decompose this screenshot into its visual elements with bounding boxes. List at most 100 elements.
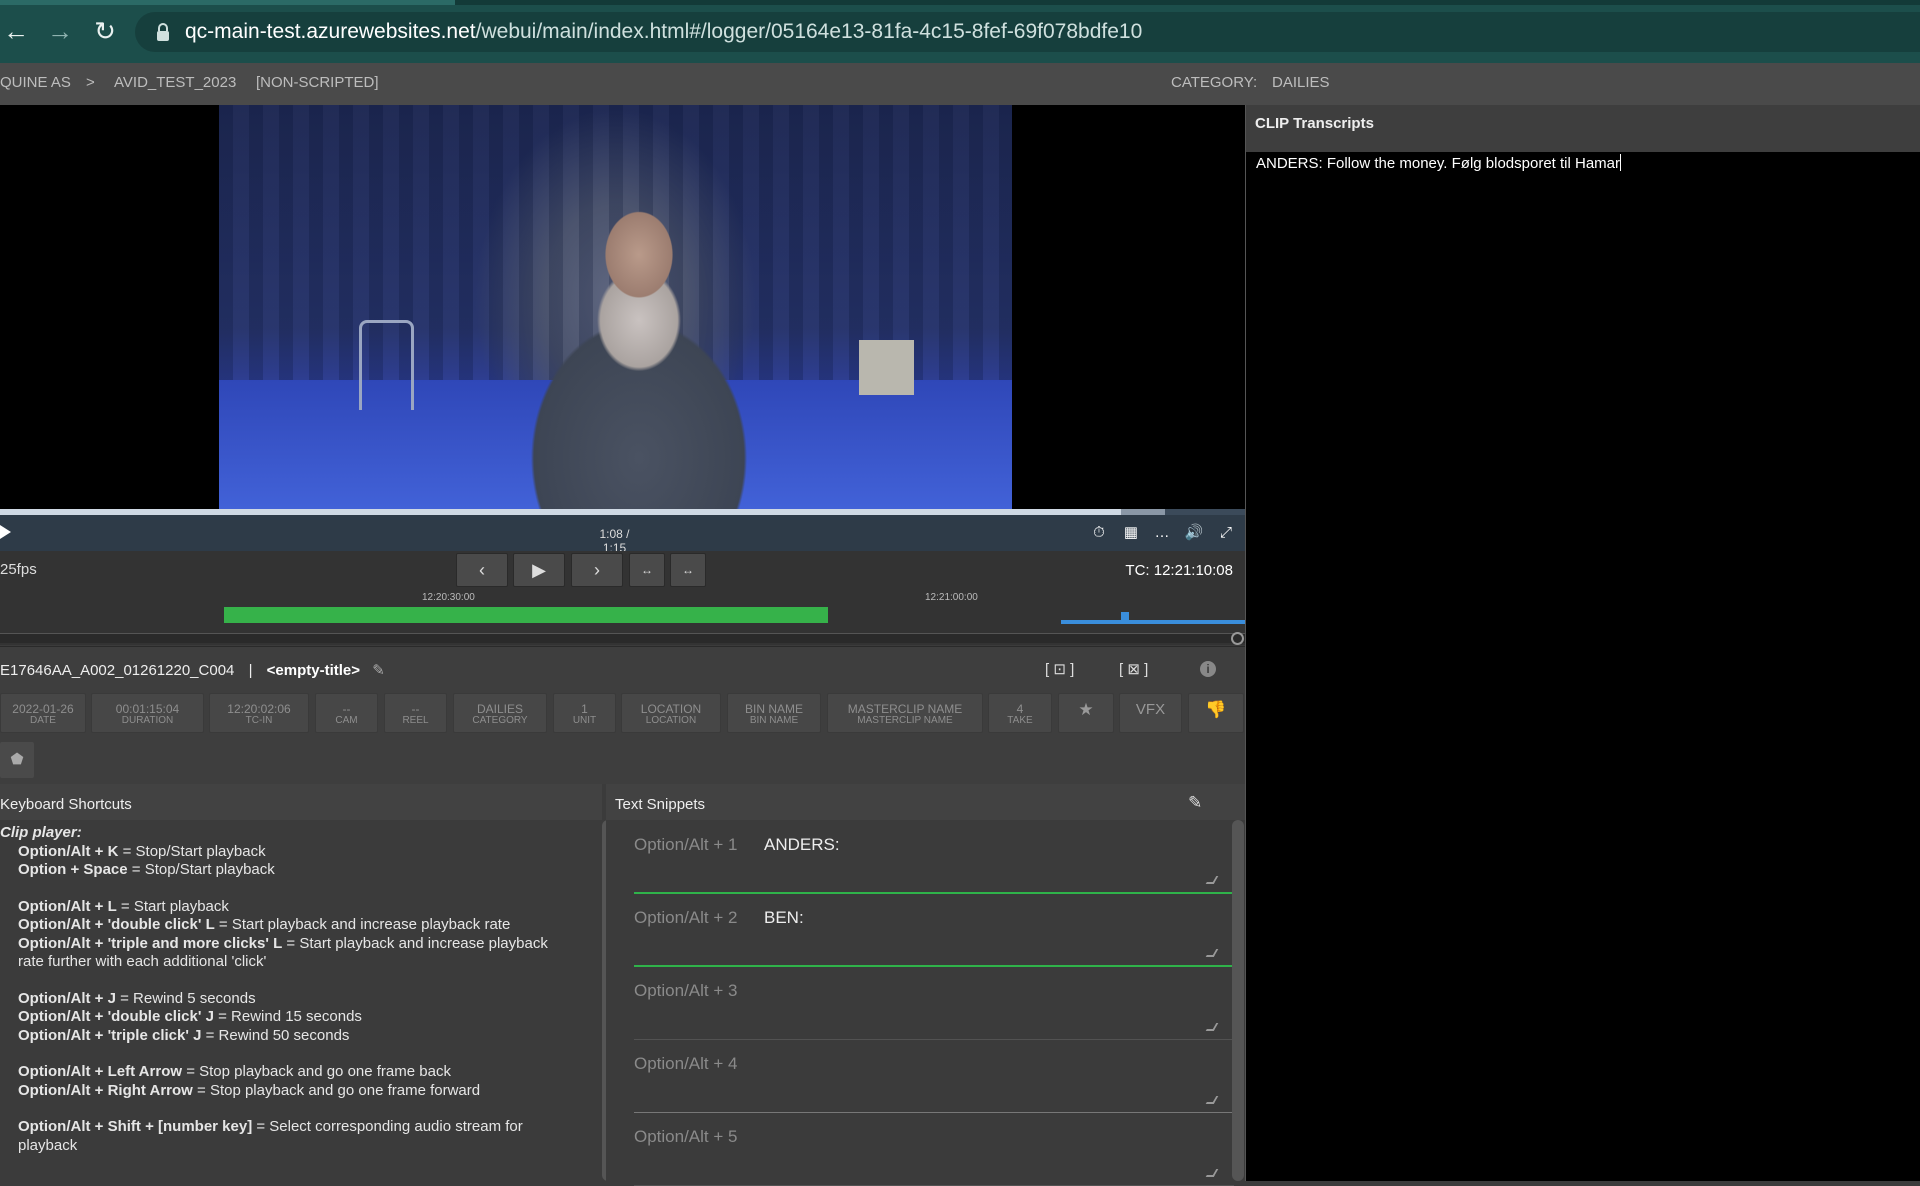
- reload-icon[interactable]: ↻: [92, 18, 118, 44]
- shortcut-key: Option + Space: [18, 861, 128, 878]
- transcript-editor[interactable]: ANDERS: Follow the money. Følg blodspore…: [1256, 154, 1622, 172]
- shortcut-key: Option/Alt + K: [18, 842, 119, 860]
- metadata-chip-take[interactable]: 4 TAKE: [988, 693, 1052, 733]
- vfx-button[interactable]: VFX: [1119, 693, 1182, 733]
- text-snippets-header: Text Snippets ✎: [606, 784, 1245, 820]
- metadata-value: --: [411, 702, 420, 716]
- clip-title[interactable]: <empty-title>: [267, 662, 360, 679]
- metadata-value: --: [342, 702, 351, 716]
- tag-icon[interactable]: ⬟: [0, 742, 34, 778]
- subtitles-icon[interactable]: ▦: [1121, 523, 1141, 543]
- snippet-text[interactable]: BEN:: [764, 908, 804, 928]
- video-frame: [219, 105, 1012, 510]
- shortcut-line: Option/Alt + K = Stop/Start playback: [0, 843, 600, 862]
- shortcut-line: Option/Alt + 'triple click' J = Rewind 5…: [0, 1027, 600, 1046]
- video-player[interactable]: [0, 105, 1245, 510]
- snippet-field-1[interactable]: Option/Alt + 1 ANDERS:: [634, 822, 1234, 894]
- metadata-chip-unit[interactable]: 1 UNIT: [553, 693, 616, 733]
- metadata-row: 2022-01-26 DATE 00:01:15:04 DURATION 12:20…: [0, 690, 1245, 736]
- snippet-shortcut: Option/Alt + 4: [634, 1054, 738, 1073]
- shortcut-key: Option/Alt + J: [18, 989, 116, 1007]
- timer-icon[interactable]: ⏱: [1089, 523, 1109, 543]
- metadata-chip-location[interactable]: LOCATION LOCATION: [621, 693, 721, 733]
- category-value: DAILIES: [1272, 74, 1330, 91]
- timeline-playhead[interactable]: [1121, 612, 1129, 620]
- active-tab[interactable]: [0, 0, 455, 5]
- snippet-text[interactable]: ANDERS:: [764, 835, 840, 855]
- play-icon[interactable]: [0, 525, 11, 539]
- metadata-chip-category[interactable]: DAILIES CATEGORY: [453, 693, 547, 733]
- breadcrumb-project[interactable]: AVID_TEST_2023: [114, 74, 236, 91]
- info-icon[interactable]: i: [1200, 661, 1216, 677]
- shortcut-line: Option/Alt + 'double click' L = Start pl…: [0, 916, 600, 935]
- snippet-field-2[interactable]: Option/Alt + 2 BEN:: [634, 895, 1234, 967]
- text-snippets-scrollbar[interactable]: [1232, 820, 1244, 1181]
- tab-strip: [0, 0, 1920, 5]
- mark-in-button[interactable]: ↔: [629, 553, 665, 587]
- text-cursor: [1620, 154, 1622, 171]
- resize-handle-icon[interactable]: [1205, 1096, 1219, 1104]
- timeline-clip-segment[interactable]: [224, 607, 828, 623]
- thumbs-down-icon[interactable]: 👎: [1188, 693, 1244, 733]
- shortcut-line: Option/Alt + 'triple and more clicks' L …: [0, 935, 600, 954]
- metadata-chip-tc-in[interactable]: 12:20:02:06 TC-IN: [209, 693, 309, 733]
- metadata-label: LOCATION: [645, 715, 697, 726]
- metadata-chip-duration[interactable]: 00:01:15:04 DURATION: [91, 693, 204, 733]
- resize-handle-icon[interactable]: [1205, 1023, 1219, 1031]
- forward-arrow-icon[interactable]: →: [47, 18, 73, 44]
- metadata-value: MASTERCLIP NAME: [847, 702, 963, 716]
- timeline-zoom-bar[interactable]: [0, 633, 1245, 643]
- metadata-label: BIN NAME: [749, 715, 799, 726]
- capture-settings-icon[interactable]: [ ⊠ ]: [1119, 660, 1148, 678]
- edit-snippets-icon[interactable]: ✎: [1188, 793, 1202, 813]
- snippet-field-4[interactable]: Option/Alt + 4: [634, 1041, 1234, 1113]
- clip-transcripts-title: CLIP Transcripts: [1246, 105, 1920, 152]
- metadata-chip-masterclip-name[interactable]: MASTERCLIP NAME MASTERCLIP NAME: [827, 693, 983, 733]
- timeline-zoom-handle[interactable]: [1231, 632, 1244, 645]
- snippet-shortcut: Option/Alt + 3: [634, 981, 738, 1000]
- resize-handle-icon[interactable]: [1205, 876, 1219, 884]
- export-frame-icon[interactable]: [ ⊡ ]: [1045, 660, 1074, 678]
- volume-icon[interactable]: 🔊: [1184, 523, 1204, 543]
- metadata-chip-bin-name[interactable]: BIN NAME BIN NAME: [727, 693, 821, 733]
- keyboard-shortcuts-list: Clip player: Option/Alt + K = Stop/Start…: [0, 824, 600, 1155]
- video-chair: [359, 320, 414, 410]
- snippet-field-3[interactable]: Option/Alt + 3: [634, 968, 1234, 1040]
- shortcut-line: Option/Alt + Right Arrow = Stop playback…: [0, 1082, 600, 1101]
- header-bar: QUINE AS > AVID_TEST_2023 [NON-SCRIPTED]…: [0, 63, 1920, 105]
- back-arrow-icon[interactable]: ←: [3, 18, 29, 44]
- video-subject: [489, 165, 789, 510]
- snippet-shortcut: Option/Alt + 1: [634, 835, 738, 854]
- fullscreen-icon[interactable]: ⤢: [1216, 523, 1236, 543]
- shortcut-desc: = Start playback and increase playback: [282, 934, 548, 952]
- resize-handle-icon[interactable]: [1205, 949, 1219, 957]
- next-frame-button[interactable]: ›: [571, 553, 623, 587]
- breadcrumb-org[interactable]: QUINE AS: [0, 74, 71, 91]
- url-host: qc-main-test.azurewebsites.net: [185, 20, 476, 43]
- shortcut-desc: = Rewind 15 seconds: [213, 1008, 362, 1025]
- shortcut-line: Option/Alt + L = Start playback: [0, 898, 600, 917]
- shortcut-key: Option/Alt + 'double click' L: [18, 916, 215, 933]
- metadata-value: 4: [1016, 702, 1024, 716]
- metadata-chip-cam[interactable]: -- CAM: [315, 693, 378, 733]
- metadata-label: CAM: [335, 715, 358, 726]
- address-bar[interactable]: qc-main-test.azurewebsites.net/webui/mai…: [135, 12, 1920, 52]
- text-snippets-panel: Text Snippets ✎ Option/Alt + 1 ANDERS: O…: [606, 784, 1245, 1186]
- shortcut-desc: = Stop playback and go one frame forward: [192, 1081, 481, 1099]
- metadata-chip-date[interactable]: 2022-01-26 DATE: [0, 693, 86, 733]
- lock-icon: [157, 23, 169, 41]
- play-button[interactable]: ▶: [513, 553, 565, 587]
- edit-title-icon[interactable]: ✎: [372, 661, 385, 679]
- video-box: [859, 340, 914, 395]
- metadata-value: 2022-01-26: [12, 702, 74, 716]
- metadata-chip-reel[interactable]: -- REEL: [384, 693, 447, 733]
- previous-frame-button[interactable]: ‹: [456, 553, 508, 587]
- metadata-label: UNIT: [572, 715, 597, 726]
- resize-handle-icon[interactable]: [1205, 1169, 1219, 1177]
- more-icon[interactable]: …: [1152, 523, 1172, 543]
- snippet-field-5[interactable]: Option/Alt + 5: [634, 1114, 1234, 1186]
- metadata-value: BIN NAME: [744, 702, 803, 716]
- timeline-mark: 12:21:00:00: [925, 592, 978, 603]
- star-icon[interactable]: ★: [1058, 693, 1114, 733]
- mark-out-button[interactable]: ↔: [670, 553, 706, 587]
